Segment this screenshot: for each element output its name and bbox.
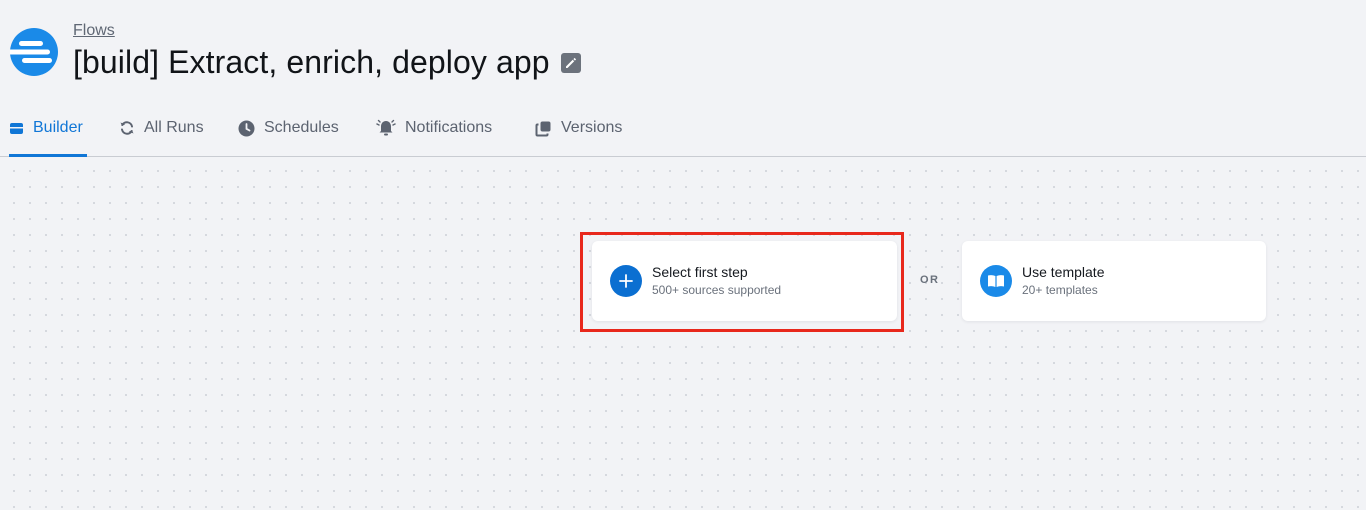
select-first-step-title: Select first step: [652, 264, 748, 280]
select-first-step-card[interactable]: Select first step 500+ sources supported: [592, 241, 897, 321]
tab-all-runs[interactable]: All Runs: [119, 100, 204, 156]
page-title: [build] Extract, enrich, deploy app: [73, 44, 581, 81]
edit-title-button[interactable]: [560, 52, 581, 73]
use-template-subtitle: 20+ templates: [1022, 283, 1098, 297]
builder-icon: [10, 122, 23, 134]
tab-versions[interactable]: Versions: [535, 100, 622, 156]
tab-all-runs-label: All Runs: [144, 119, 204, 136]
bell-icon: [376, 119, 396, 136]
tab-schedules[interactable]: Schedules: [238, 100, 339, 156]
tab-builder-label: Builder: [33, 119, 83, 136]
tab-bar: Builder All Runs Schedules Notifications…: [0, 100, 1366, 157]
flows-logo-icon: [10, 28, 58, 76]
use-template-title: Use template: [1022, 264, 1105, 280]
plus-icon: [610, 265, 642, 297]
use-template-text: Use template 20+ templates: [1022, 264, 1104, 298]
tab-versions-label: Versions: [561, 119, 623, 136]
pencil-icon: [565, 57, 576, 68]
breadcrumb-flows[interactable]: Flows: [73, 22, 115, 40]
refresh-icon: [120, 121, 134, 135]
builder-canvas[interactable]: [0, 157, 1366, 510]
select-first-step-subtitle: 500+ sources supported: [652, 283, 782, 297]
tab-notifications[interactable]: Notifications: [376, 100, 492, 156]
clock-icon: [238, 120, 255, 136]
app-root: Flows [build] Extract, enrich, deploy ap…: [0, 0, 1366, 510]
select-first-step-text: Select first step 500+ sources supported: [652, 264, 781, 298]
page-title-text: [build] Extract, enrich, deploy app: [73, 44, 550, 80]
tab-notifications-label: Notifications: [405, 119, 493, 136]
use-template-card[interactable]: Use template 20+ templates: [962, 241, 1266, 321]
tab-schedules-label: Schedules: [264, 119, 339, 136]
or-label: OR: [920, 274, 940, 286]
book-icon: [980, 265, 1012, 297]
versions-icon: [535, 121, 551, 136]
tab-builder[interactable]: Builder: [9, 100, 87, 157]
